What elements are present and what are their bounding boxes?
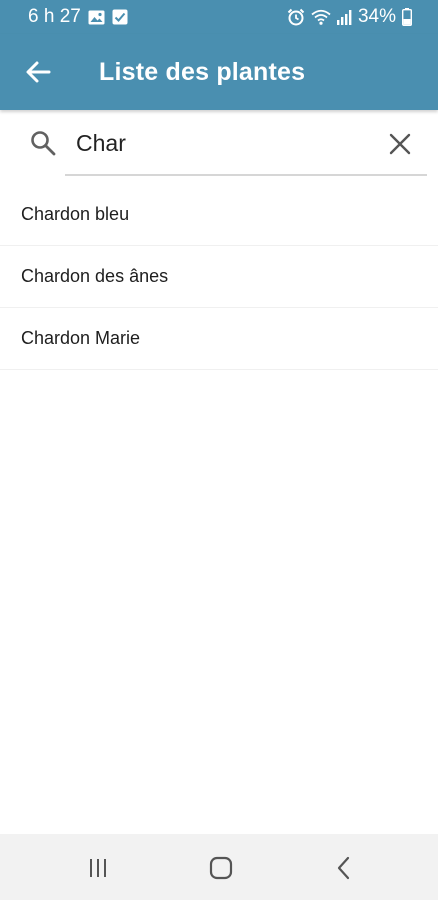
checkbox-icon [112, 9, 128, 25]
app-bar: Liste des plantes [0, 34, 438, 110]
status-bar: 6 h 27 34% [0, 0, 438, 34]
back-icon [337, 856, 350, 880]
nav-back-button[interactable] [328, 854, 360, 882]
image-icon [88, 10, 105, 25]
search-input[interactable] [76, 124, 366, 162]
alarm-icon [287, 8, 305, 26]
page-title: Liste des plantes [99, 58, 306, 86]
back-button[interactable] [20, 54, 56, 90]
recent-apps-button[interactable] [82, 854, 114, 882]
search-underline [65, 174, 427, 176]
status-right: 34% [287, 6, 412, 28]
system-nav-bar [0, 834, 438, 900]
results-list: Chardon bleu Chardon des ânes Chardon Ma… [0, 184, 438, 370]
battery-percent: 34% [357, 6, 396, 27]
wifi-icon [311, 9, 331, 25]
home-icon [209, 856, 233, 880]
status-time: 6 h 27 [28, 6, 81, 27]
list-item[interactable]: Chardon des ânes [0, 246, 438, 308]
battery-icon [402, 8, 412, 26]
search-icon [31, 131, 56, 156]
recent-apps-icon [90, 859, 106, 877]
arrow-left-icon [26, 61, 51, 83]
list-item[interactable]: Chardon Marie [0, 308, 438, 370]
status-left: 6 h 27 [28, 6, 128, 28]
signal-icon [336, 9, 352, 25]
list-item[interactable]: Chardon bleu [0, 184, 438, 246]
search-bar [0, 110, 438, 176]
close-icon[interactable] [386, 130, 414, 158]
home-button[interactable] [205, 854, 237, 882]
